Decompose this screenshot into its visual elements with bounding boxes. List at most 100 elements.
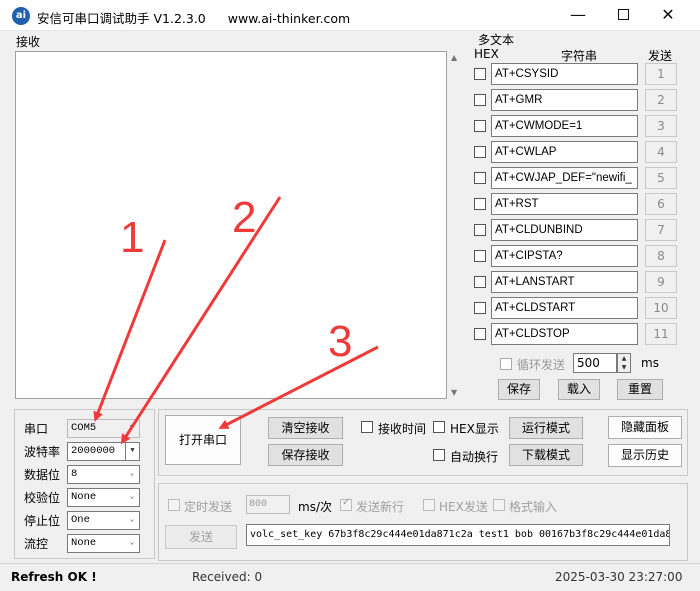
spin-up-icon[interactable]: ▲ (622, 355, 627, 362)
loop-interval-spinner[interactable]: ▲ ▼ (617, 353, 631, 373)
send-period-input[interactable]: 800 (246, 495, 290, 514)
string-header: 字符串 (561, 49, 598, 63)
send-row-button[interactable]: 7 (645, 219, 677, 241)
parity-select[interactable]: None ⌄ (67, 488, 140, 507)
loop-unit-label: ms (641, 356, 659, 370)
save-receive-button[interactable]: 保存接收 (268, 444, 343, 466)
send-row-button[interactable]: 8 (645, 245, 677, 267)
chevron-down-icon: ⌄ (129, 470, 135, 478)
multitext-row: AT+CWLAP 4 (474, 141, 686, 163)
multitext-row: AT+LANSTART 9 (474, 271, 686, 293)
send-row-button[interactable]: 3 (645, 115, 677, 137)
close-button[interactable]: ✕ (645, 0, 691, 31)
clear-receive-button[interactable]: 清空接收 (268, 417, 343, 439)
multitext-row: AT+CSYSID 1 (474, 63, 686, 85)
stopbits-value: One (71, 514, 90, 526)
flow-select[interactable]: None ⌄ (67, 534, 140, 553)
send-row-button[interactable]: 5 (645, 167, 677, 189)
command-input[interactable]: AT+CLDUNBIND (491, 219, 638, 241)
maximize-button[interactable] (600, 0, 646, 31)
send-row-button[interactable]: 4 (645, 141, 677, 163)
format-input-checkbox[interactable] (493, 499, 505, 511)
auto-wrap-label: 自动换行 (450, 450, 499, 464)
command-input[interactable]: AT+CWLAP (491, 141, 638, 163)
hex-checkbox[interactable] (474, 328, 486, 340)
window-title: 安信可串口调试助手 V1.2.3.0 www.ai-thinker.com (37, 8, 350, 27)
send-row-button[interactable]: 6 (645, 193, 677, 215)
multitext-row: AT+CLDSTOP 11 (474, 323, 686, 345)
command-input[interactable]: AT+LANSTART (491, 271, 638, 293)
port-label: 串口 (24, 422, 49, 436)
hex-header: HEX (474, 47, 499, 61)
hex-checkbox[interactable] (474, 146, 486, 158)
parity-label: 校验位 (24, 491, 61, 505)
command-input[interactable]: AT+CSYSID (491, 63, 638, 85)
minimize-button[interactable]: — (555, 0, 601, 31)
save-multitext-button[interactable]: 保存 (498, 379, 540, 400)
open-port-button[interactable]: 打开串口 (165, 415, 241, 465)
send-newline-checkbox[interactable]: ✓ (340, 497, 352, 511)
hex-display-checkbox[interactable] (433, 421, 445, 433)
chevron-down-icon: ⌄ (129, 493, 135, 501)
hex-checkbox[interactable] (474, 276, 486, 288)
send-row-button[interactable]: 11 (645, 323, 677, 345)
hex-checkbox[interactable] (474, 94, 486, 106)
spin-down-icon[interactable]: ▼ (622, 364, 627, 371)
hex-checkbox[interactable] (474, 68, 486, 80)
port-select[interactable]: COM5 ▼ (67, 419, 140, 438)
send-row-button[interactable]: 9 (645, 271, 677, 293)
download-mode-button[interactable]: 下载模式 (509, 444, 583, 466)
hide-panel-button[interactable]: 隐藏面板 (608, 416, 682, 439)
close-icon: ✕ (661, 5, 675, 24)
period-unit-label: ms/次 (298, 500, 332, 514)
load-multitext-button[interactable]: 载入 (558, 379, 600, 400)
show-history-button[interactable]: 显示历史 (608, 444, 682, 467)
multitext-title: 多文本 (478, 33, 515, 47)
hex-checkbox[interactable] (474, 120, 486, 132)
timed-send-checkbox[interactable] (168, 499, 180, 511)
send-button[interactable]: 发送 (165, 525, 237, 549)
auto-wrap-checkbox[interactable] (433, 449, 445, 461)
scroll-up-icon[interactable]: ▲ (451, 53, 457, 62)
received-count: Received: 0 (192, 570, 263, 584)
command-input[interactable]: AT+CWJAP_DEF="newifi_ (491, 167, 638, 189)
send-row-button[interactable]: 10 (645, 297, 677, 319)
loop-interval-input[interactable]: 500 (573, 353, 617, 373)
flow-value: None (71, 537, 97, 549)
send-row-button[interactable]: 1 (645, 63, 677, 85)
command-input[interactable]: AT+CWMODE=1 (491, 115, 638, 137)
receive-label: 接收 (16, 35, 41, 49)
baud-value: 2000000 (71, 445, 116, 457)
hex-send-checkbox[interactable] (423, 499, 435, 511)
command-input[interactable]: AT+CIPSTA? (491, 245, 638, 267)
main-panel: 接收 ▲ ▼ 多文本 HEX 字符串 发送 AT+CSYSID 1 AT+GMR… (0, 31, 700, 591)
multitext-row: AT+CLDUNBIND 7 (474, 219, 686, 241)
receive-textarea[interactable] (15, 51, 447, 399)
hex-checkbox[interactable] (474, 250, 486, 262)
command-input[interactable]: AT+RST (491, 193, 638, 215)
receive-scrollbar[interactable]: ▲ ▼ (449, 51, 462, 399)
stopbits-select[interactable]: One ⌄ (67, 511, 140, 530)
send-header: 发送 (648, 49, 673, 63)
hex-checkbox[interactable] (474, 302, 486, 314)
multitext-row: AT+RST 6 (474, 193, 686, 215)
databits-select[interactable]: 8 ⌄ (67, 465, 140, 484)
app-logo-icon: ai (12, 7, 30, 25)
title-bar: ai 安信可串口调试助手 V1.2.3.0 www.ai-thinker.com… (0, 0, 700, 31)
command-input[interactable]: AT+CLDSTOP (491, 323, 638, 345)
hex-checkbox[interactable] (474, 198, 486, 210)
baud-select[interactable]: 2000000 ▼ (67, 442, 140, 461)
status-datetime: 2025-03-30 23:27:00 (555, 570, 683, 584)
command-input[interactable]: AT+CLDSTART (491, 297, 638, 319)
run-mode-button[interactable]: 运行模式 (509, 417, 583, 439)
reset-multitext-button[interactable]: 重置 (617, 379, 663, 400)
loop-send-checkbox[interactable] (500, 358, 512, 370)
hex-display-label: HEX显示 (450, 422, 499, 436)
send-text-input[interactable]: volc_set_key 67b3f8c29c444e01da871c2a te… (246, 524, 670, 546)
receive-time-checkbox[interactable] (361, 421, 373, 433)
command-input[interactable]: AT+GMR (491, 89, 638, 111)
scroll-down-icon[interactable]: ▼ (451, 388, 457, 397)
hex-checkbox[interactable] (474, 224, 486, 236)
send-row-button[interactable]: 2 (645, 89, 677, 111)
hex-checkbox[interactable] (474, 172, 486, 184)
